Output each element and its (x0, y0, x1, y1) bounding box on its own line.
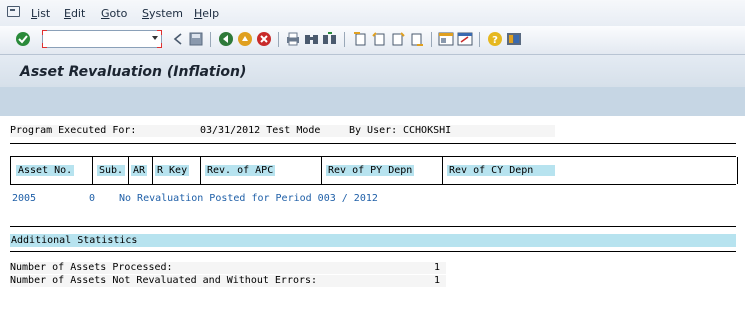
stat-row: Number of Assets Processed: 1 (10, 262, 446, 274)
column-header-sub: Sub. (92, 157, 129, 184)
shortcut-icon[interactable] (457, 31, 473, 47)
menu-list[interactable]: List (31, 7, 50, 20)
menu-bar: List Edit Goto System Help (0, 0, 745, 27)
menu-edit[interactable]: Edit (64, 7, 85, 20)
next-page-icon[interactable] (390, 31, 406, 47)
by-user-label: By User: (349, 125, 398, 136)
column-header-rev-py-depn: Rev of PY Depn (321, 157, 443, 184)
enter-icon[interactable] (15, 31, 31, 47)
toolbar-separator (479, 32, 480, 47)
toolbar-separator (431, 32, 432, 47)
program-executed-label: Program Executed For: (10, 125, 137, 136)
cell-message: No Revaluation Posted for Period 003 / 2… (119, 193, 378, 204)
page-title: Asset Revaluation (Inflation) (20, 64, 247, 80)
command-dropdown-icon[interactable] (152, 36, 158, 40)
column-header-asset-no: Asset No. (11, 157, 93, 184)
column-header-r-key: R Key (152, 157, 201, 184)
last-page-icon[interactable] (409, 31, 425, 47)
command-input[interactable] (47, 32, 143, 44)
find-icon[interactable] (304, 31, 320, 47)
stat-label: Number of Assets Processed: (10, 262, 173, 273)
application-toolbar (0, 87, 745, 116)
standard-toolbar: ? (0, 26, 745, 55)
divider-line (10, 184, 736, 185)
divider-line (10, 251, 736, 252)
report-header-row: Program Executed For: 03/31/2012 Test Mo… (10, 125, 555, 137)
find-next-icon[interactable] (322, 31, 338, 47)
customize-layout-icon[interactable] (506, 31, 522, 47)
title-bar: Asset Revaluation (Inflation) (0, 55, 745, 87)
menu-goto[interactable]: Goto (101, 7, 127, 20)
back-icon[interactable] (170, 31, 186, 47)
save-icon[interactable] (188, 31, 204, 47)
stat-row: Number of Assets Not Revaluated and With… (10, 275, 446, 287)
svg-text:?: ? (492, 35, 498, 46)
back-nav-icon[interactable] (218, 31, 234, 47)
cell-asset-no: 2005 (12, 193, 37, 204)
column-header-rev-apc: Rev. of APC (200, 157, 322, 184)
exit-icon[interactable] (237, 31, 253, 47)
menu-help[interactable]: Help (194, 7, 219, 20)
program-executed-value: 03/31/2012 Test Mode (200, 125, 321, 136)
menu-system[interactable]: System (142, 7, 183, 20)
help-icon[interactable]: ? (487, 31, 503, 47)
toolbar-separator (344, 32, 345, 47)
additional-statistics-bar: Additional Statistics (10, 234, 736, 247)
divider-line (10, 143, 736, 144)
stat-value: 1 (433, 275, 440, 286)
print-icon[interactable] (285, 31, 301, 47)
divider-line (10, 226, 736, 227)
column-header-ar: AR (128, 157, 153, 184)
create-session-icon[interactable] (438, 31, 454, 47)
stat-label: Number of Assets Not Revaluated and With… (10, 275, 318, 286)
by-user-value: CCHOKSHI (403, 125, 452, 136)
cell-sub: 0 (89, 193, 96, 204)
table-header: Asset No. Sub. AR R Key Rev. of APC Rev … (10, 157, 738, 184)
cancel-icon[interactable] (256, 31, 272, 47)
first-page-icon[interactable] (352, 31, 368, 47)
command-field[interactable] (42, 30, 162, 48)
toolbar-separator (278, 32, 279, 47)
window-menu-icon[interactable] (7, 6, 20, 17)
stat-value: 1 (433, 262, 440, 273)
toolbar-separator (210, 32, 211, 47)
previous-page-icon[interactable] (371, 31, 387, 47)
additional-statistics-label: Additional Statistics (11, 235, 138, 246)
